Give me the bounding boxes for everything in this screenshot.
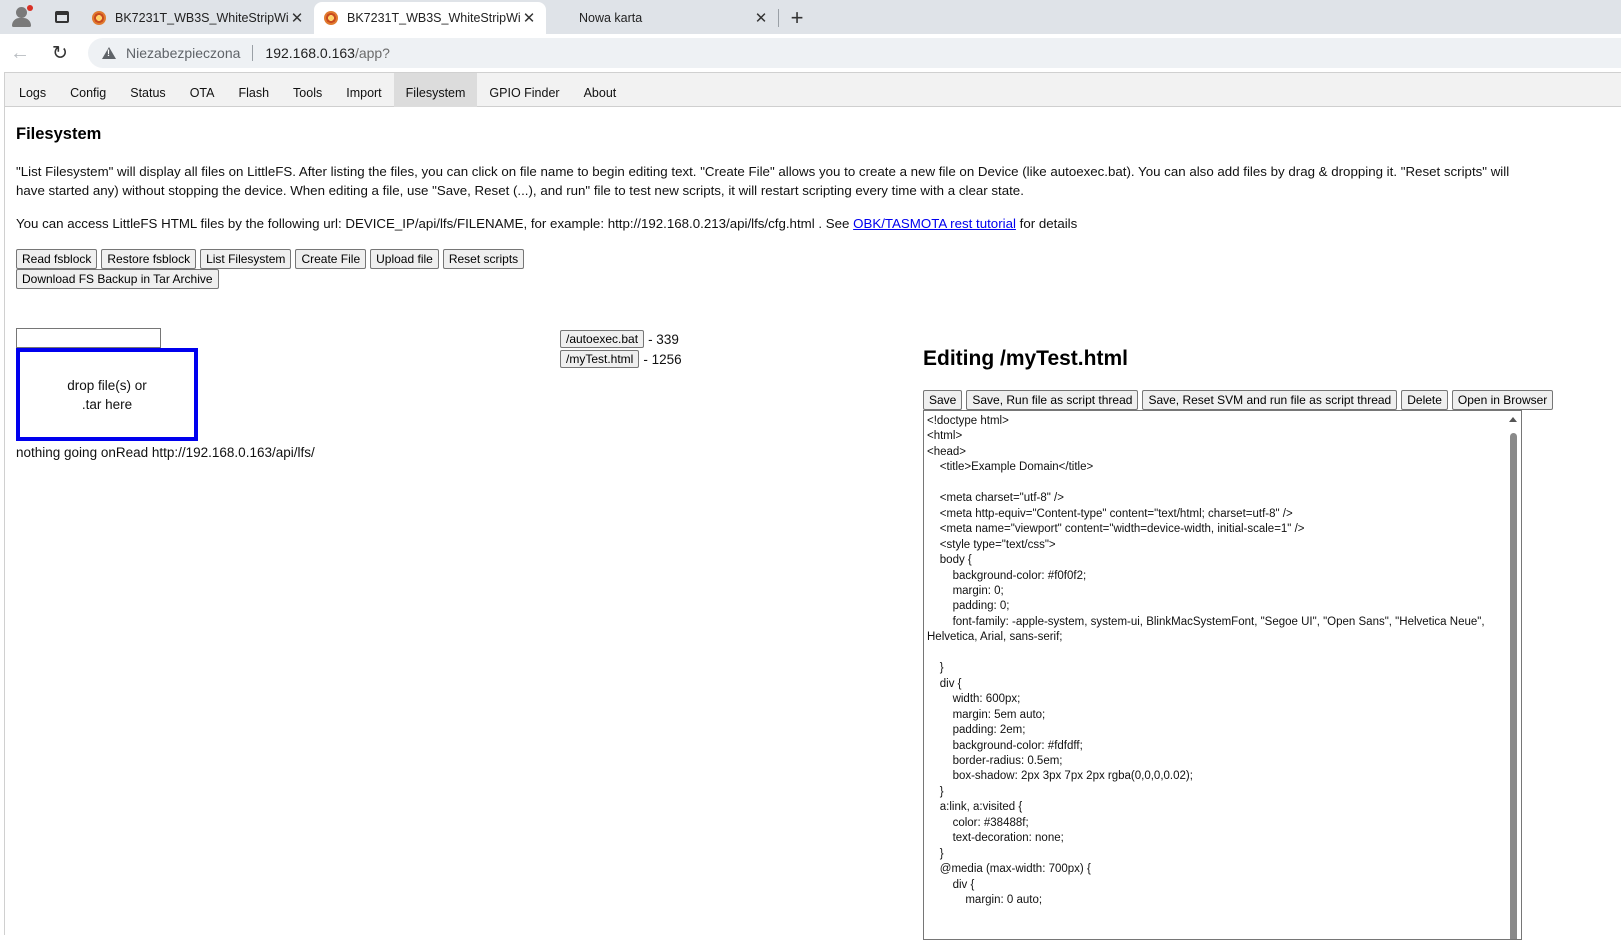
- nav-config[interactable]: Config: [58, 73, 118, 107]
- nav-filesystem[interactable]: Filesystem: [393, 73, 478, 107]
- fs-status-text: nothing going onRead http://192.168.0.16…: [16, 445, 315, 460]
- dropzone-line-2: .tar here: [81, 396, 133, 412]
- save-run-script-button[interactable]: Save, Run file as script thread: [966, 390, 1139, 410]
- page-content: Logs Config Status OTA Flash Tools Impor…: [4, 72, 1621, 940]
- nav-about[interactable]: About: [572, 73, 629, 107]
- new-file-name-input[interactable]: [16, 328, 161, 348]
- save-button[interactable]: Save: [923, 390, 963, 410]
- browser-tab-3[interactable]: Nowa karta ✕: [546, 2, 778, 97]
- read-fsblock-button[interactable]: Read fsblock: [16, 249, 98, 269]
- browser-toolbar: ← ↻ Niezabezpieczona 192.168.0.163/app?: [0, 34, 1621, 72]
- warning-triangle-icon[interactable]: [102, 47, 116, 59]
- access-prefix: You can access LittleFS HTML files by th…: [16, 216, 854, 231]
- app-nav-bar: Logs Config Status OTA Flash Tools Impor…: [5, 73, 1621, 107]
- scrollbar-thumb[interactable]: [1510, 433, 1517, 939]
- editor-content[interactable]: <!doctype html> <html> <head> <title>Exa…: [924, 411, 1521, 909]
- rest-tutorial-link[interactable]: OBK/TASMOTA rest tutorial: [853, 216, 1016, 231]
- tab-title: Nowa karta: [579, 11, 643, 25]
- close-tab-icon[interactable]: ✕: [288, 9, 306, 27]
- reset-scripts-button[interactable]: Reset scripts: [442, 249, 525, 269]
- flower-favicon-icon: [92, 11, 106, 25]
- nav-tools[interactable]: Tools: [281, 73, 334, 107]
- back-arrow-icon[interactable]: ←: [0, 35, 40, 71]
- address-bar[interactable]: Niezabezpieczona 192.168.0.163/app?: [88, 38, 1621, 68]
- fs-button-row-2: Download FS Backup in Tar Archive: [16, 269, 219, 289]
- dropzone-line-1: drop file(s) or: [67, 377, 147, 393]
- url-path[interactable]: /app?: [355, 45, 390, 61]
- file-size: - 339: [648, 331, 679, 347]
- editor-button-row: Save Save, Run file as script thread Sav…: [923, 390, 1554, 410]
- flower-favicon-icon: [324, 11, 338, 25]
- new-tab-plus-icon[interactable]: +: [779, 2, 815, 34]
- file-mytest-button[interactable]: /myTest.html: [560, 350, 640, 368]
- profile-avatar-icon[interactable]: [0, 0, 42, 34]
- file-editor-textarea[interactable]: <!doctype html> <html> <head> <title>Exa…: [923, 410, 1522, 940]
- nav-logs[interactable]: Logs: [7, 73, 58, 107]
- create-file-button[interactable]: Create File: [295, 249, 367, 269]
- editor-title: Editing /myTest.html: [923, 347, 1128, 370]
- nav-status[interactable]: Status: [118, 73, 177, 107]
- editor-scrollbar[interactable]: [1506, 411, 1521, 939]
- access-info: You can access LittleFS HTML files by th…: [16, 216, 1077, 231]
- close-tab-icon[interactable]: ✕: [520, 9, 538, 27]
- list-item: /autoexec.bat - 339: [560, 329, 682, 349]
- file-list: /autoexec.bat - 339 /myTest.html - 1256: [560, 329, 682, 369]
- close-tab-icon[interactable]: ✕: [752, 9, 770, 27]
- restore-fsblock-button[interactable]: Restore fsblock: [101, 249, 197, 269]
- list-filesystem-button[interactable]: List Filesystem: [200, 249, 292, 269]
- description-line-2: have started any) without stopping the d…: [16, 183, 1024, 198]
- delete-button[interactable]: Delete: [1401, 390, 1448, 410]
- browser-tab-strip: BK7231T_WB3S_WhiteStripWindo ✕ BK7231T_W…: [0, 0, 1621, 97]
- notification-dot: [27, 5, 33, 11]
- nav-gpio-finder[interactable]: GPIO Finder: [477, 73, 571, 107]
- download-fs-backup-button[interactable]: Download FS Backup in Tar Archive: [16, 269, 219, 289]
- url-host[interactable]: 192.168.0.163: [265, 45, 355, 61]
- file-drop-zone[interactable]: drop file(s) or .tar here: [16, 348, 198, 441]
- address-separator: [252, 45, 254, 61]
- upload-file-button[interactable]: Upload file: [370, 249, 439, 269]
- save-reset-svm-run-button[interactable]: Save, Reset SVM and run file as script t…: [1142, 390, 1398, 410]
- browser-tab-2[interactable]: BK7231T_WB3S_WhiteStripWindo ✕: [314, 2, 546, 34]
- scroll-up-arrow-icon[interactable]: [1509, 417, 1517, 422]
- nav-flash[interactable]: Flash: [226, 73, 281, 107]
- file-size: - 1256: [643, 351, 682, 367]
- tab-title: BK7231T_WB3S_WhiteStripWindo: [115, 11, 288, 25]
- nav-import[interactable]: Import: [334, 73, 393, 107]
- tab-title: BK7231T_WB3S_WhiteStripWindo: [347, 11, 520, 25]
- tab-actions-icon[interactable]: [42, 0, 82, 34]
- access-suffix: for details: [1015, 216, 1078, 231]
- open-in-browser-button[interactable]: Open in Browser: [1451, 390, 1554, 410]
- browser-tab-1[interactable]: BK7231T_WB3S_WhiteStripWindo ✕: [82, 2, 314, 34]
- description-line-1: "List Filesystem" will display all files…: [16, 164, 1510, 179]
- file-autoexec-button[interactable]: /autoexec.bat: [560, 330, 645, 348]
- list-item: /myTest.html - 1256: [560, 349, 682, 369]
- fs-button-row-1: Read fsblock Restore fsblock List Filesy…: [16, 249, 525, 269]
- reload-icon[interactable]: ↻: [40, 35, 80, 71]
- page-title: Filesystem: [16, 125, 102, 143]
- nav-ota[interactable]: OTA: [178, 73, 227, 107]
- page-description: "List Filesystem" will display all files…: [16, 162, 1621, 200]
- security-label[interactable]: Niezabezpieczona: [126, 45, 240, 61]
